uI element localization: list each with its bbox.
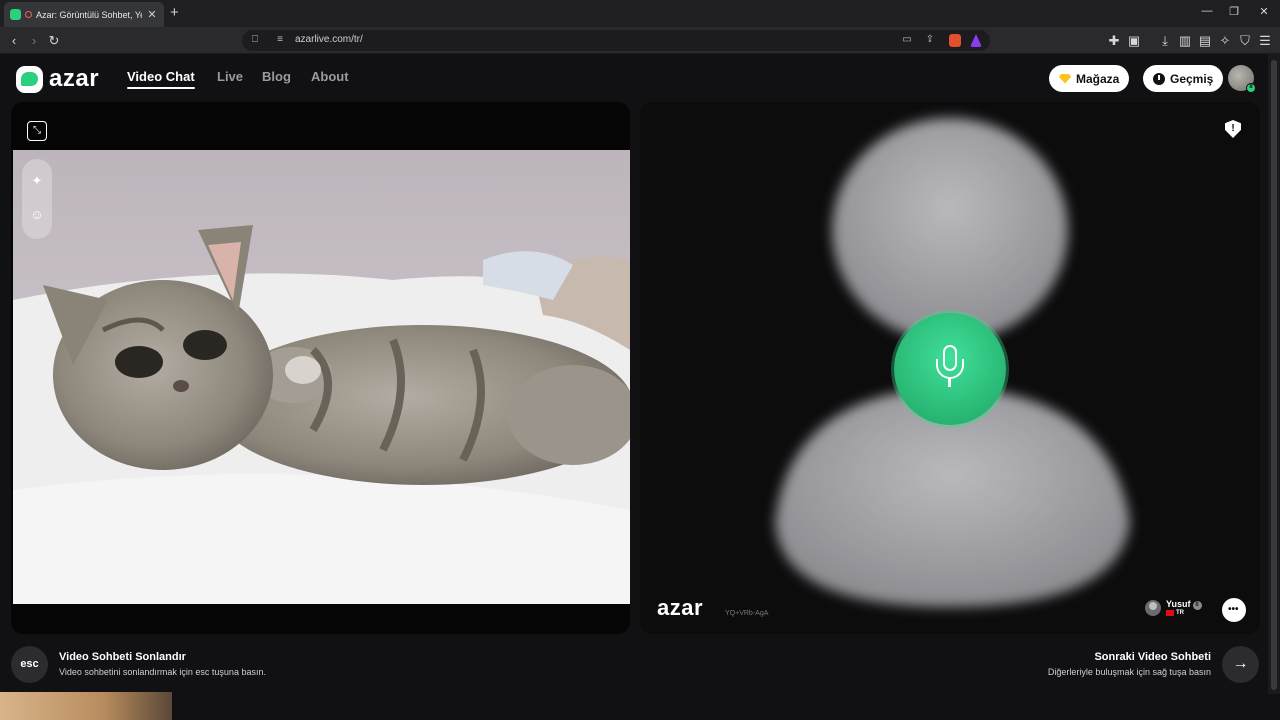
- tab-search-icon[interactable]: ▣: [1126, 33, 1142, 49]
- browser-toolbar: ‹ › ↻ ⎕ ≡ azarlive.com/tr/ ▭ ⇪ ✚ ▣ ⤓ ▥ ▤…: [0, 27, 1280, 54]
- sparkle-effects-icon[interactable]: ✦: [29, 173, 45, 189]
- gem-icon: [1059, 73, 1071, 84]
- partner-name: Yusuf: [1166, 599, 1191, 609]
- address-bar[interactable]: ⎕ ≡ azarlive.com/tr/ ▭ ⇪: [242, 30, 990, 51]
- expand-icon[interactable]: ⤡: [27, 121, 47, 141]
- effects-toolbar: ✦ ☺: [22, 159, 52, 239]
- store-label: Mağaza: [1076, 71, 1120, 86]
- browser-tab[interactable]: Azar: Görüntülü Sohbet, Yeni ✕: [4, 2, 164, 27]
- brave-rewards-icon[interactable]: [970, 34, 982, 47]
- minimize-icon[interactable]: —: [1197, 5, 1217, 17]
- avatar-level-badge: 8: [1246, 83, 1256, 93]
- turkey-flag-icon: [1166, 610, 1174, 616]
- hamburger-icon[interactable]: ☰: [1257, 33, 1273, 49]
- azar-logo-icon: [16, 65, 43, 93]
- bottom-controls: esc Video Sohbeti Sonlandır Video sohbet…: [0, 640, 1268, 692]
- download-icon[interactable]: ⤓: [1157, 33, 1173, 49]
- microphone-button[interactable]: [894, 313, 1006, 425]
- sidebar-icon[interactable]: ▥: [1177, 33, 1193, 49]
- partner-video-panel: ! azar YQ+VRb-AgA Yusuf 8 TR •••: [640, 102, 1260, 634]
- partner-country-code: TR: [1176, 610, 1184, 616]
- next-chat-title: Sonraki Video Sohbeti: [1094, 651, 1211, 663]
- logo-wordmark: azar: [49, 65, 100, 92]
- my-video-feed: [13, 150, 630, 604]
- user-avatar[interactable]: 8: [1228, 65, 1256, 93]
- site-header: azar Video Chat Live Blog About Mağaza G…: [0, 54, 1268, 102]
- partner-level-badge: 8: [1192, 601, 1202, 610]
- arrow-right-icon[interactable]: →: [1222, 646, 1259, 683]
- share-icon[interactable]: ⇪: [923, 34, 937, 45]
- azar-watermark: azar: [657, 595, 704, 620]
- nav-blog[interactable]: Blog: [262, 69, 291, 84]
- partner-country: TR: [1166, 610, 1202, 616]
- recording-indicator-icon: [25, 11, 32, 18]
- kitten-image: [13, 150, 630, 604]
- scrollbar-thumb[interactable]: [1271, 60, 1277, 690]
- overlay-thumbnail: [0, 692, 172, 720]
- session-id: YQ+VRb-AgA: [725, 610, 769, 617]
- end-chat-button[interactable]: esc: [11, 646, 48, 683]
- partner-name-row: Yusuf 8: [1166, 599, 1202, 610]
- clock-icon: [1153, 72, 1165, 85]
- store-button[interactable]: Mağaza: [1049, 65, 1130, 92]
- chat-button[interactable]: •••: [1222, 598, 1246, 622]
- nav-active-indicator: [127, 87, 195, 89]
- tab-title: Azar: Görüntülü Sohbet, Yeni: [36, 9, 142, 20]
- nav-label: Video Chat: [127, 69, 195, 84]
- nav-video-chat[interactable]: Video Chat: [127, 69, 195, 89]
- history-button[interactable]: Geçmiş: [1143, 65, 1224, 92]
- nav-about[interactable]: About: [311, 69, 349, 84]
- restore-icon[interactable]: ❐: [1224, 5, 1244, 18]
- shield-icon[interactable]: ⛉: [1237, 33, 1253, 49]
- tune-icon[interactable]: ≡: [273, 34, 287, 45]
- chevron-right-icon[interactable]: ›: [26, 33, 42, 49]
- wallet-icon[interactable]: ▤: [1197, 33, 1213, 49]
- chevron-left-icon[interactable]: ‹: [6, 33, 22, 49]
- plus-icon[interactable]: +: [170, 4, 179, 22]
- azar-favicon-icon: [10, 9, 21, 20]
- reload-icon[interactable]: ↻: [46, 33, 62, 49]
- brave-shield-icon[interactable]: [949, 34, 961, 47]
- partner-info[interactable]: Yusuf 8 TR: [1145, 599, 1202, 616]
- partner-avatar: [1145, 599, 1161, 616]
- sparkle-icon[interactable]: ✧: [1217, 33, 1233, 49]
- azar-logo[interactable]: azar: [16, 65, 99, 93]
- puzzle-icon[interactable]: ✚: [1106, 33, 1122, 49]
- nav-live[interactable]: Live: [217, 69, 243, 84]
- end-chat-title: Video Sohbeti Sonlandır: [59, 651, 186, 663]
- browser-tab-strip: Azar: Görüntülü Sohbet, Yeni ✕ + — ❐ ✕: [0, 0, 1280, 27]
- cast-icon[interactable]: ▭: [900, 34, 914, 45]
- close-icon[interactable]: ✕: [146, 8, 158, 21]
- bookmark-icon[interactable]: ⎕: [248, 34, 262, 45]
- window-close-icon[interactable]: ✕: [1254, 5, 1274, 18]
- face-mask-icon[interactable]: ☺: [29, 207, 45, 223]
- end-chat-hint: Video sohbetini sonlandırmak için esc tu…: [59, 667, 266, 677]
- my-video-panel: ⤡ ✦ ☺: [11, 102, 630, 634]
- history-label: Geçmiş: [1170, 71, 1214, 86]
- next-chat-hint: Diğerleriyle buluşmak için sağ tuşa bası…: [1047, 667, 1211, 677]
- url-text[interactable]: azarlive.com/tr/: [295, 34, 363, 45]
- chat-icon: •••: [1228, 604, 1239, 615]
